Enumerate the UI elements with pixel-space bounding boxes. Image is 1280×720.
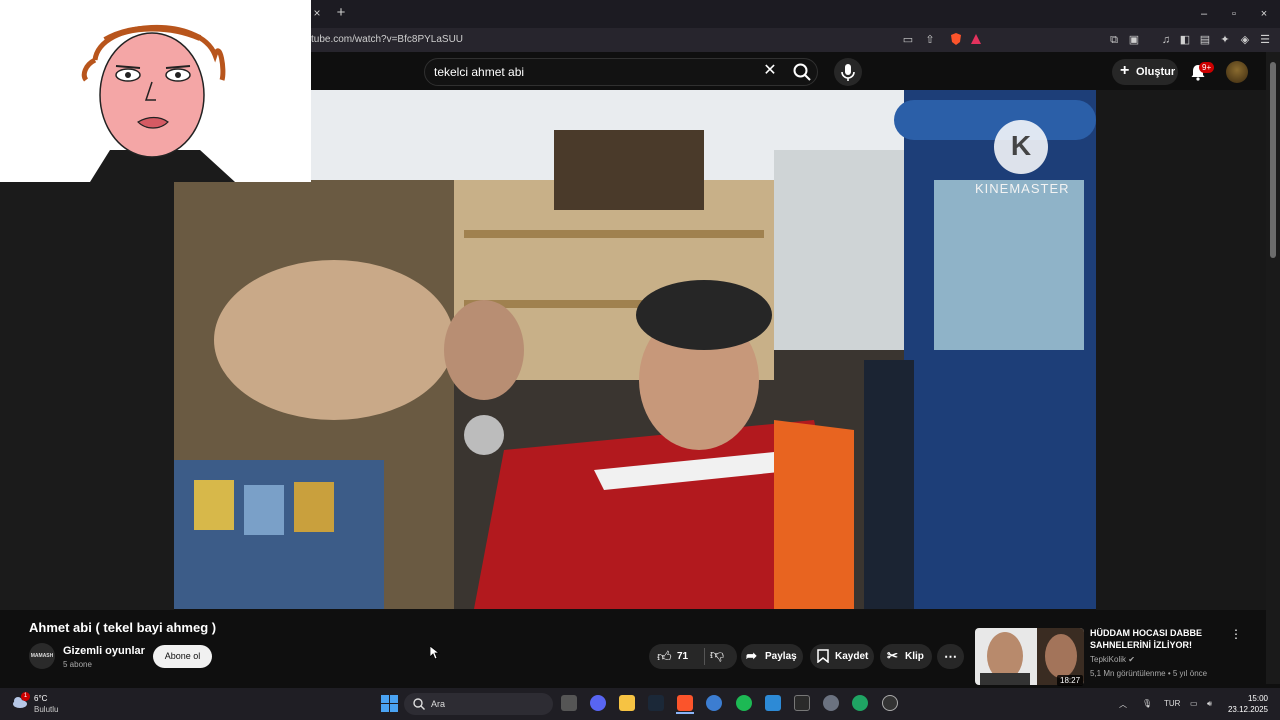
spotify-icon[interactable] [736, 695, 752, 711]
microphone-tray-icon[interactable]: 🎙︎ [1142, 699, 1152, 708]
brave-rewards-icon[interactable] [968, 32, 984, 48]
task-view-icon[interactable] [561, 695, 577, 711]
steam-icon[interactable] [648, 695, 664, 711]
discord-icon[interactable] [590, 695, 606, 711]
share-page-icon[interactable]: ⇧ [922, 32, 938, 48]
windows-taskbar [0, 688, 1280, 720]
recommended-title[interactable]: HÜDDAM HOCASI DABBE SAHNELERİNİ İZLİYOR! [1090, 627, 1220, 651]
taskbar-search-placeholder: Ara [431, 699, 446, 709]
recommended-channel-name: TepkiKolik [1090, 655, 1127, 664]
share-label: Paylaş [765, 651, 797, 662]
cartoon-face-drawing [0, 0, 311, 182]
taskbar-search-icon [412, 697, 426, 711]
active-app-indicator [676, 712, 694, 714]
leo-ai-icon[interactable]: ✦ [1217, 32, 1233, 48]
new-tab-button[interactable]: + [334, 5, 348, 21]
recommended-meta: 5,1 Mn görüntülenme • 5 yıl önce [1090, 669, 1208, 678]
search-icon[interactable] [790, 60, 814, 84]
extensions-icon[interactable]: ⧉ [1106, 32, 1122, 48]
scissors-icon: ✂ [887, 648, 898, 663]
file-explorer-icon[interactable] [619, 695, 635, 711]
share-arrow-icon: ➦ [746, 648, 757, 663]
photos-icon[interactable] [765, 695, 781, 711]
save-label: Kaydet [835, 651, 869, 662]
subscriber-count: 5 abone [63, 660, 92, 669]
cast-icon[interactable]: ▭ [900, 32, 916, 48]
thumbs-down-icon: 👎︎ [709, 646, 725, 662]
app-icon[interactable] [706, 695, 722, 711]
like-count: 71 [677, 651, 689, 662]
save-button[interactable]: Kaydet [810, 644, 874, 669]
weather-condition-text: Bulutlu [34, 705, 59, 714]
tray-chevron-icon[interactable]: ︿ [1119, 699, 1127, 710]
video-frame[interactable] [174, 90, 1096, 609]
share-button[interactable]: ➦ Paylaş [741, 644, 803, 669]
thumbs-up-icon: 👍︎ [657, 648, 672, 664]
clip-label: Klip [905, 651, 924, 662]
player-left-letterbox [0, 182, 174, 610]
microphone-icon [841, 64, 855, 81]
more-actions-button[interactable]: ⋯ [937, 644, 964, 669]
video-title: Ahmet abi ( tekel bayi ahmeg ) [29, 620, 217, 635]
taskbar-search[interactable] [404, 693, 553, 715]
like-button[interactable]: 👍︎ 71 [655, 646, 699, 667]
minimize-button[interactable]: – [1192, 4, 1216, 24]
notification-badge: 9+ [1199, 62, 1215, 73]
vpn-icon[interactable]: ◈ [1237, 32, 1253, 48]
clock-date[interactable]: 23.12.2025 [1222, 705, 1268, 714]
wallet-icon[interactable]: ▤ [1197, 32, 1213, 48]
tab-close-button[interactable]: × [310, 6, 324, 20]
language-indicator[interactable]: TUR [1164, 699, 1180, 708]
dislike-button[interactable]: 👎︎ [706, 646, 728, 667]
voice-search-button[interactable] [834, 58, 862, 86]
bookmark-icon [817, 649, 829, 666]
account-avatar[interactable] [1226, 61, 1248, 83]
plus-icon: + [1120, 62, 1130, 79]
player-right-letterbox [1096, 90, 1266, 610]
url-text[interactable]: tube.com/watch?v=Bfc8PYLaSUU [311, 34, 463, 45]
create-label: Oluştur [1136, 66, 1176, 78]
app-icon-2[interactable] [882, 695, 898, 711]
webcam-overlay [0, 0, 311, 182]
epic-games-icon[interactable] [794, 695, 810, 711]
brave-browser-icon[interactable] [677, 695, 693, 711]
kinemaster-logo-letter: K [1010, 130, 1032, 161]
volume-icon[interactable]: 🔊︎ [1207, 699, 1212, 709]
video-duration-badge: 18:27 [1057, 675, 1084, 686]
kinemaster-watermark: KINEMASTER [975, 181, 1070, 196]
settings-gear-icon[interactable] [823, 695, 839, 711]
clock-time[interactable]: 15:00 [1240, 694, 1268, 703]
windows-start-icon[interactable] [381, 695, 398, 712]
network-icon[interactable]: ▭ [1190, 699, 1198, 708]
temperature-text: 6°C [34, 694, 48, 703]
brave-shield-icon[interactable] [948, 32, 964, 48]
menu-icon[interactable]: ☰ [1257, 32, 1273, 48]
search-input[interactable]: tekelci ahmet abi [434, 65, 524, 79]
like-divider [704, 648, 705, 665]
maximize-button[interactable]: ▫ [1222, 4, 1246, 24]
kinemaster-logo: K [994, 120, 1048, 174]
clip-button[interactable]: ✂ Klip [880, 644, 932, 669]
clear-search-icon[interactable]: ✕ [762, 62, 778, 80]
close-window-button[interactable]: × [1252, 4, 1276, 24]
screenshot-icon[interactable]: ▣ [1126, 32, 1142, 48]
create-button[interactable]: + Oluştur [1112, 59, 1178, 85]
scrollbar-thumb[interactable] [1270, 62, 1276, 258]
sidebar-icon[interactable]: ◧ [1177, 32, 1193, 48]
verified-check-icon: ✔ [1128, 655, 1135, 664]
weather-alert-badge: 1 [21, 692, 30, 701]
subscribe-button[interactable]: Abone ol [153, 645, 212, 668]
media-icon[interactable]: ♫ [1158, 32, 1174, 48]
recommended-more-icon[interactable]: ⋮ [1230, 627, 1242, 643]
channel-name[interactable]: Gizemli oyunlar [63, 645, 145, 657]
channel-avatar[interactable]: MAMASH [29, 643, 55, 669]
mouse-cursor-icon [429, 645, 441, 660]
whatsapp-icon[interactable] [852, 695, 868, 711]
recommended-channel[interactable]: TepkiKolik ✔ [1090, 655, 1135, 664]
